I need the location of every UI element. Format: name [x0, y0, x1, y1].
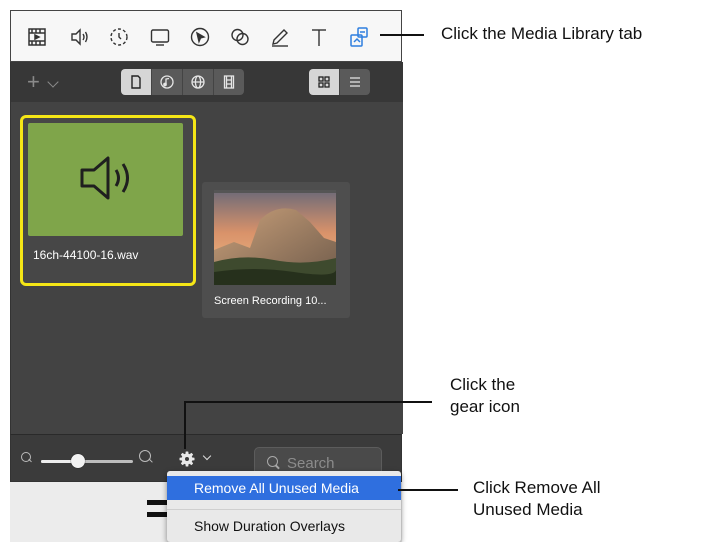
callout-media-library: Click the Media Library tab [441, 24, 643, 43]
gear-icon[interactable] [177, 449, 197, 469]
globe-icon[interactable] [183, 69, 214, 95]
document-icon[interactable] [121, 69, 152, 95]
callouts-icon[interactable] [148, 25, 172, 49]
callout-line-gear-vertical [184, 401, 186, 449]
menu-item-label: Show Duration Overlays [194, 518, 345, 534]
callout-remove-line1: Click Remove All [473, 478, 601, 497]
annotations-icon[interactable] [228, 25, 252, 49]
menu-item-show-duration-overlays[interactable]: Show Duration Overlays [167, 514, 401, 538]
media-library-icon[interactable] [347, 25, 371, 49]
menu-separator [167, 509, 401, 510]
text-icon[interactable] [307, 25, 331, 49]
media-item-audio[interactable]: 16ch-44100-16.wav [20, 115, 196, 286]
library-filter-segment [121, 69, 244, 95]
chevron-down-icon[interactable] [202, 451, 212, 461]
zoom-out-icon[interactable] [21, 452, 31, 462]
media-item-label: 16ch-44100-16.wav [33, 248, 139, 262]
callout-line-remove [398, 489, 458, 491]
pencil-icon[interactable] [268, 25, 292, 49]
callout-line-gear-horizontal [184, 401, 432, 403]
media-item-video[interactable]: Screen Recording 10... [202, 182, 350, 318]
zoom-slider-handle[interactable] [70, 454, 85, 468]
search-icon [267, 456, 278, 467]
film-icon[interactable] [214, 69, 244, 95]
menu-item-label: Remove All Unused Media [194, 480, 359, 496]
audio-thumbnail [28, 123, 183, 236]
transitions-icon[interactable] [107, 25, 131, 49]
zoom-in-icon[interactable] [139, 450, 151, 462]
tools-toolbar [10, 10, 402, 62]
video-thumbnail [214, 190, 336, 285]
callout-gear-line2: gear icon [450, 397, 520, 416]
callout-line-media-library [380, 34, 424, 36]
chevron-down-icon[interactable] [47, 76, 59, 88]
layout-segment [309, 69, 370, 95]
cursor-icon[interactable] [188, 25, 212, 49]
media-library-panel: + 16ch-44100-16.wav Screen Recording 10.… [10, 62, 403, 434]
speaker-icon [80, 156, 129, 200]
media-item-label: Screen Recording 10... [214, 295, 327, 307]
grid-view-icon[interactable] [309, 69, 340, 95]
library-subbar: + [11, 62, 403, 102]
media-bin-icon[interactable] [25, 25, 49, 49]
media-grid: 16ch-44100-16.wav Screen Recording 10... [11, 102, 403, 434]
add-media-button[interactable]: + [27, 71, 40, 93]
music-icon[interactable] [152, 69, 183, 95]
callout-gear-line1: Click the [450, 375, 516, 394]
menu-item-remove-unused-media[interactable]: Remove All Unused Media [167, 476, 401, 500]
equals-icon [147, 498, 169, 520]
audio-icon[interactable] [67, 25, 91, 49]
gear-menu: Remove All Unused Media Show Duration Ov… [167, 471, 401, 542]
list-view-icon[interactable] [340, 69, 370, 95]
callout-remove-line2: Unused Media [473, 500, 583, 519]
